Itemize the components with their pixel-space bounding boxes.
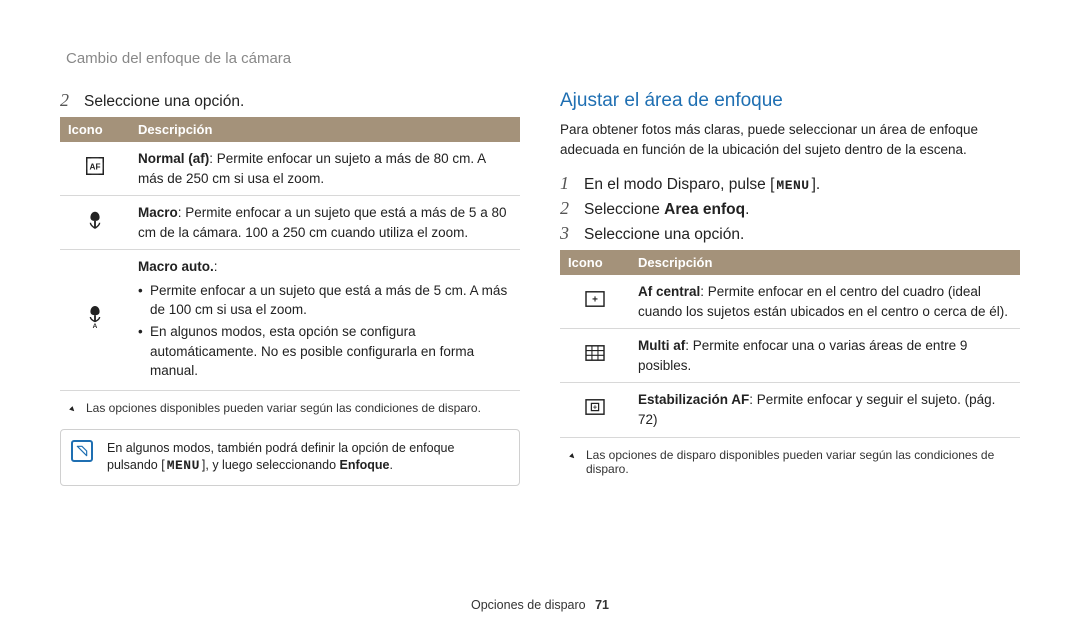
macro-icon bbox=[84, 209, 106, 237]
th-desc: Descripción bbox=[130, 117, 520, 142]
step-post: ]. bbox=[812, 176, 821, 193]
th-desc: Descripción bbox=[630, 250, 1020, 275]
note-bold: Enfoque bbox=[340, 458, 390, 472]
step-post: . bbox=[745, 201, 749, 218]
note-suffix: . bbox=[390, 458, 393, 472]
row-body: : Permite enfocar a un sujeto que está a… bbox=[138, 205, 506, 240]
table-row: Multi af: Permite enfocar una o varias á… bbox=[560, 329, 1020, 383]
row-title: Multi af bbox=[638, 338, 685, 353]
page-number: 71 bbox=[595, 598, 609, 612]
macro-auto-icon: A bbox=[84, 305, 106, 335]
table-row: + Estabilización AF: Permite enfocar y s… bbox=[560, 383, 1020, 437]
th-icon: Icono bbox=[60, 117, 130, 142]
row-title: Normal (af) bbox=[138, 151, 209, 166]
svg-text:+: + bbox=[592, 295, 598, 306]
row-body: : bbox=[214, 259, 218, 274]
bullet: En algunos modos, esta opción se configu… bbox=[138, 322, 512, 381]
step-number: 2 bbox=[560, 198, 574, 219]
af-center-icon: + bbox=[584, 290, 606, 314]
step-text: Seleccione una opción. bbox=[84, 93, 244, 111]
th-icon: Icono bbox=[560, 250, 630, 275]
step-text: Seleccione Area enfoq. bbox=[584, 201, 749, 219]
right-column: Ajustar el área de enfoque Para obtener … bbox=[560, 90, 1020, 486]
step-pre: Seleccione bbox=[584, 201, 664, 218]
menu-label: MENU bbox=[774, 178, 811, 193]
right-step-2: 2 Seleccione Area enfoq. bbox=[560, 198, 1020, 219]
table-row: A Macro auto.: Permite enfocar a un suje… bbox=[60, 250, 520, 390]
step-number: 1 bbox=[560, 173, 574, 194]
menu-label: MENU bbox=[165, 457, 202, 475]
left-caption: Las opciones disponibles pueden variar s… bbox=[60, 401, 520, 415]
step-bold: Area enfoq bbox=[664, 201, 745, 218]
row-title: Estabilización AF bbox=[638, 392, 749, 407]
row-body: : Permite enfocar una o varias áreas de … bbox=[638, 338, 967, 373]
left-step-2: 2 Seleccione una opción. bbox=[60, 90, 520, 111]
step-number: 3 bbox=[560, 223, 574, 244]
row-title: Macro bbox=[138, 205, 178, 220]
page-header: Cambio del enfoque de la cámara bbox=[66, 50, 291, 67]
right-step-1: 1 En el modo Disparo, pulse [MENU]. bbox=[560, 173, 1020, 194]
note-text-post: ], y luego seleccionando bbox=[202, 458, 340, 472]
footer-label: Opciones de disparo bbox=[471, 598, 586, 612]
af-track-icon: + bbox=[584, 398, 606, 422]
bullet: Permite enfocar a un sujeto que está a m… bbox=[138, 281, 512, 320]
focus-options-table: Icono Descripción AF Normal (af): Permit… bbox=[60, 117, 520, 391]
af-multi-icon bbox=[584, 344, 606, 368]
left-column: 2 Seleccione una opción. Icono Descripci… bbox=[60, 90, 520, 486]
note-box: En algunos modos, también podrá definir … bbox=[60, 429, 520, 487]
right-caption: Las opciones de disparo disponibles pued… bbox=[560, 448, 1020, 476]
svg-text:AF: AF bbox=[90, 162, 101, 171]
step-text: Seleccione una opción. bbox=[584, 226, 744, 244]
focus-area-table: Icono Descripción + Af central: Permite … bbox=[560, 250, 1020, 437]
row-title: Macro auto. bbox=[138, 259, 214, 274]
step-pre: En el modo Disparo, pulse [ bbox=[584, 176, 774, 193]
svg-text:A: A bbox=[93, 323, 98, 329]
step-number: 2 bbox=[60, 90, 74, 111]
table-row: + Af central: Permite enfocar en el cent… bbox=[560, 275, 1020, 329]
table-row: AF Normal (af): Permite enfocar un sujet… bbox=[60, 142, 520, 196]
section-intro: Para obtener fotos más claras, puede sel… bbox=[560, 120, 1020, 159]
af-normal-icon: AF bbox=[84, 155, 106, 183]
page-footer: Opciones de disparo 71 bbox=[0, 598, 1080, 612]
note-icon bbox=[71, 440, 93, 462]
row-title: Af central bbox=[638, 284, 700, 299]
svg-text:+: + bbox=[593, 403, 597, 412]
step-text: En el modo Disparo, pulse [MENU]. bbox=[584, 176, 820, 194]
section-title: Ajustar el área de enfoque bbox=[560, 90, 1020, 112]
table-row: Macro: Permite enfocar a un sujeto que e… bbox=[60, 196, 520, 250]
right-step-3: 3 Seleccione una opción. bbox=[560, 223, 1020, 244]
